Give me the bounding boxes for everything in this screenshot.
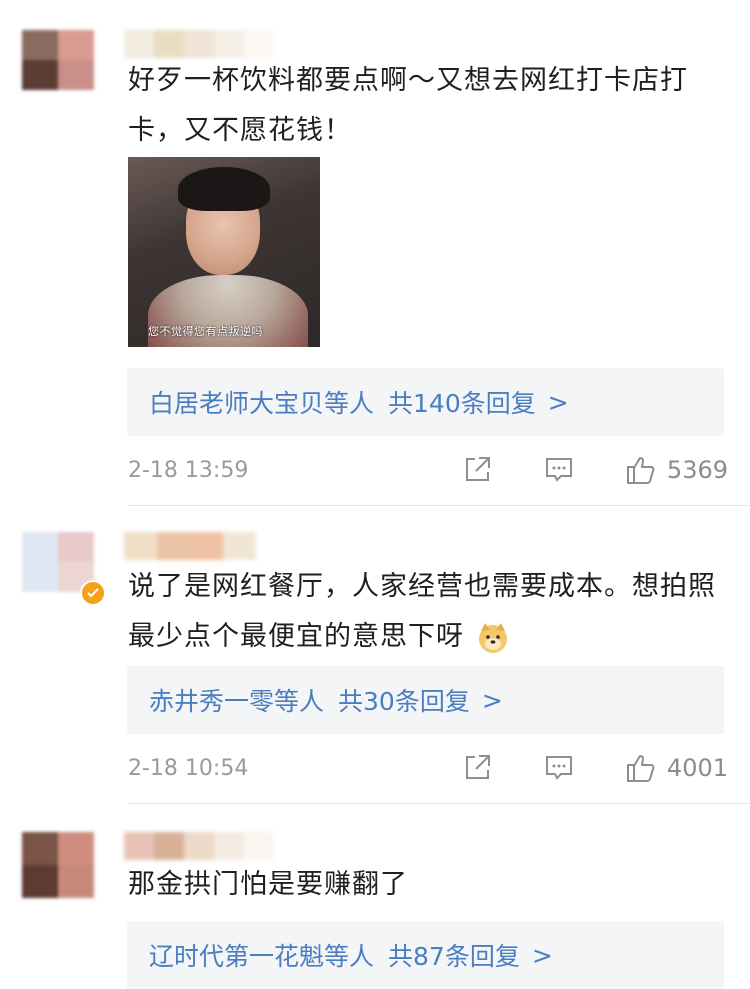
share-icon[interactable] — [461, 454, 493, 486]
comment-icon[interactable] — [543, 752, 575, 784]
comment-text: 说了是网红餐厅，人家经营也需要成本。想拍照最少点个最便宜的意思下呀 — [128, 562, 718, 662]
share-icon[interactable] — [461, 752, 493, 784]
like-count: 4001 — [666, 754, 728, 782]
divider — [128, 803, 750, 804]
like-count: 5369 — [666, 456, 728, 484]
comment-meta: 2-18 10:54 4001 — [128, 748, 728, 788]
chevron-right-icon: > — [531, 940, 553, 970]
comment-meta: 2-18 13:59 5369 — [128, 450, 728, 490]
timestamp: 2-18 10:54 — [128, 755, 249, 781]
reply-users[interactable]: 赤井秀一零 — [149, 682, 274, 718]
like-button[interactable]: 4001 — [625, 752, 728, 784]
username-blurred[interactable] — [124, 30, 274, 58]
reply-suffix: 等人 — [324, 942, 375, 971]
reply-summary[interactable]: 赤井秀一零 等人 共30条回复 > — [127, 666, 724, 734]
timestamp: 2-18 13:59 — [128, 457, 249, 483]
comment-text: 那金拱门怕是要赚翻了 — [128, 869, 408, 900]
reply-users[interactable]: 白居老师大宝贝 — [149, 384, 324, 420]
username-blurred[interactable] — [124, 832, 274, 860]
avatar[interactable] — [22, 832, 94, 898]
meme-figure-hair — [178, 167, 270, 211]
chevron-right-icon: > — [481, 685, 503, 715]
reply-summary[interactable]: 辽时代第一花魁 等人 共87条回复 > — [127, 921, 724, 989]
meme-image[interactable]: 您不觉得您有点叛逆吗 — [128, 157, 320, 347]
chevron-right-icon: > — [547, 387, 569, 417]
avatar[interactable] — [22, 30, 94, 90]
verified-badge-icon — [80, 580, 106, 606]
comment-text-body: 说了是网红餐厅，人家经营也需要成本。想拍照最少点个最便宜的意思下呀 — [128, 571, 716, 652]
like-button[interactable]: 5369 — [625, 454, 728, 486]
username-blurred[interactable] — [124, 532, 256, 560]
comment-text: 好歹一杯饮料都要点啊～又想去网红打卡店打卡，又不愿花钱！ — [128, 65, 688, 146]
divider — [128, 505, 750, 506]
thumbs-up-icon — [625, 454, 657, 486]
reply-count: 共87条回复 — [388, 942, 520, 971]
reply-summary[interactable]: 白居老师大宝贝 等人 共140条回复 > — [127, 368, 724, 436]
reply-count: 共30条回复 — [338, 687, 470, 716]
reply-suffix: 等人 — [274, 687, 325, 716]
reply-users[interactable]: 辽时代第一花魁 — [149, 937, 324, 973]
thumbs-up-icon — [625, 752, 657, 784]
doge-emoji-icon — [476, 621, 510, 655]
reply-count: 共140条回复 — [388, 389, 536, 418]
comment-icon[interactable] — [543, 454, 575, 486]
meme-caption: 您不觉得您有点叛逆吗 — [148, 325, 263, 338]
reply-suffix: 等人 — [324, 389, 375, 418]
